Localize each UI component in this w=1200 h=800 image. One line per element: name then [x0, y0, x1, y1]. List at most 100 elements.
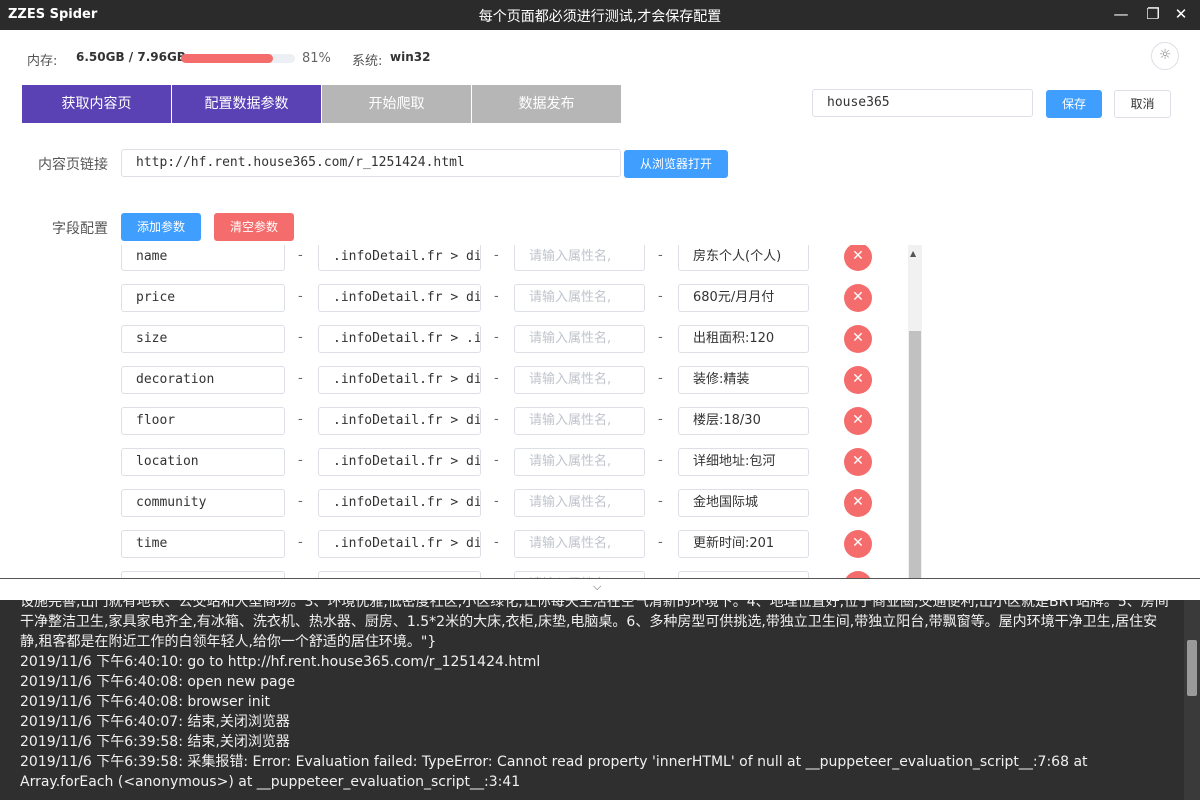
- close-icon: ✕: [852, 453, 864, 469]
- field-attribute-input[interactable]: 请输入属性名,: [514, 530, 645, 558]
- close-button[interactable]: ✕: [1170, 4, 1192, 26]
- separator: -: [298, 330, 303, 345]
- delete-field-button[interactable]: ✕: [844, 245, 872, 271]
- separator: -: [658, 248, 663, 263]
- separator: -: [658, 371, 663, 386]
- log-scrollbar-thumb[interactable]: [1187, 640, 1197, 696]
- log-scrollbar[interactable]: [1184, 600, 1200, 800]
- field-preview-value[interactable]: 详细地址:包河: [678, 448, 809, 476]
- field-name-input[interactable]: time: [121, 530, 285, 558]
- log-line: 2019/11/6 下午6:40:10: go to http://hf.ren…: [20, 654, 541, 670]
- field-preview-value[interactable]: 更新时间:201: [678, 530, 809, 558]
- separator: -: [494, 289, 499, 304]
- restore-button[interactable]: ❐: [1142, 4, 1164, 26]
- separator: -: [658, 535, 663, 550]
- memory-value: 6.50GB / 7.96GB: [76, 50, 186, 64]
- field-name-input[interactable]: location: [121, 448, 285, 476]
- close-icon: ✕: [852, 535, 864, 551]
- separator: -: [658, 289, 663, 304]
- field-name-input[interactable]: decoration: [121, 366, 285, 394]
- field-selector-input[interactable]: .infoDetail.fr > .in: [318, 325, 481, 353]
- delete-field-button[interactable]: ✕: [844, 284, 872, 312]
- chevron-down-icon[interactable]: ⌵: [593, 580, 601, 594]
- field-preview-value[interactable]: 680元/月月付: [678, 284, 809, 312]
- field-selector-input[interactable]: .infoDetail.fr > div: [318, 366, 481, 394]
- add-param-button[interactable]: 添加参数: [121, 213, 201, 241]
- settings-button[interactable]: ☼: [1151, 42, 1179, 70]
- separator: -: [494, 330, 499, 345]
- close-icon: ✕: [852, 371, 864, 387]
- field-name-input[interactable]: price: [121, 284, 285, 312]
- delete-field-button[interactable]: ✕: [844, 366, 872, 394]
- fields-list: name - .infoDetail.fr > div - 请输入属性名, - 房东个人(个…: [0, 245, 1200, 578]
- delete-field-button[interactable]: ✕: [844, 448, 872, 476]
- separator: -: [298, 453, 303, 468]
- separator: -: [494, 248, 499, 263]
- field-name-input[interactable]: size: [121, 325, 285, 353]
- separator: -: [658, 412, 663, 427]
- field-selector-input[interactable]: .infoDetail.fr > div: [318, 530, 481, 558]
- field-name-input[interactable]: [121, 571, 285, 578]
- close-icon: ✕: [852, 289, 864, 305]
- field-row: community - .infoDetail.fr > div - 请输入属性名, - 金…: [0, 489, 910, 530]
- field-preview-value[interactable]: 出租面积:120: [678, 325, 809, 353]
- step-get-content-page[interactable]: 获取内容页: [22, 85, 171, 123]
- delete-field-button[interactable]: ✕: [844, 571, 872, 578]
- field-attribute-input[interactable]: 请输入属性名,: [514, 489, 645, 517]
- step-publish-data[interactable]: 数据发布: [472, 85, 621, 123]
- separator: -: [494, 412, 499, 427]
- delete-field-button[interactable]: ✕: [844, 530, 872, 558]
- fields-scrollbar-thumb[interactable]: [909, 331, 921, 578]
- field-preview-value[interactable]: 装修:精装: [678, 366, 809, 394]
- save-button[interactable]: 保存: [1046, 90, 1102, 118]
- field-name-input[interactable]: floor: [121, 407, 285, 435]
- memory-label: 内存:: [27, 54, 58, 69]
- field-attribute-input[interactable]: 请输入属性名,: [514, 284, 645, 312]
- cancel-button[interactable]: 取消: [1114, 90, 1171, 118]
- field-preview-value[interactable]: [678, 571, 809, 578]
- field-selector-input[interactable]: .infoDetail.fr > div: [318, 489, 481, 517]
- step-start-crawl[interactable]: 开始爬取: [322, 85, 471, 123]
- content-url-input[interactable]: http://hf.rent.house365.com/r_1251424.ht…: [121, 149, 621, 177]
- field-row: price - .infoDetail.fr > div - 请输入属性名, -680元/…: [0, 284, 910, 325]
- field-selector-input[interactable]: .infoDetail.fr > div: [318, 448, 481, 476]
- separator: -: [298, 494, 303, 509]
- field-row: floor - .infoDetail.fr > div - 请输入属性名, - 楼层:18…: [0, 407, 910, 448]
- fields-config-label: 字段配置: [52, 221, 108, 237]
- field-name-input[interactable]: name: [121, 245, 285, 271]
- memory-progress-bar: [181, 54, 295, 63]
- field-attribute-input[interactable]: 请输入属性名,: [514, 407, 645, 435]
- field-selector-input[interactable]: .infoDetail.fr > div: [318, 407, 481, 435]
- field-name-input[interactable]: community: [121, 489, 285, 517]
- field-attribute-input[interactable]: 请输入属性名,: [514, 571, 645, 578]
- clear-params-button[interactable]: 清空参数: [214, 213, 294, 241]
- field-attribute-input[interactable]: 请输入属性名,: [514, 366, 645, 394]
- fields-scrollbar[interactable]: ▲: [908, 245, 922, 578]
- project-name-input[interactable]: house365: [812, 89, 1033, 117]
- field-attribute-input[interactable]: 请输入属性名,: [514, 325, 645, 353]
- field-attribute-input[interactable]: 请输入属性名,: [514, 448, 645, 476]
- system-value: win32: [390, 50, 431, 64]
- separator: -: [494, 453, 499, 468]
- close-icon: ✕: [852, 494, 864, 510]
- field-selector-input[interactable]: [318, 571, 481, 578]
- step-config-params[interactable]: 配置数据参数: [172, 85, 321, 123]
- field-selector-input[interactable]: .infoDetail.fr > div: [318, 284, 481, 312]
- field-preview-value[interactable]: 楼层:18/30: [678, 407, 809, 435]
- title-bar: ZZES Spider 每个页面都必须进行测试,才会保存配置 — ❐ ✕: [0, 0, 1200, 30]
- open-in-browser-button[interactable]: 从浏览器打开: [624, 150, 728, 178]
- minimize-button[interactable]: —: [1110, 4, 1132, 26]
- delete-field-button[interactable]: ✕: [844, 489, 872, 517]
- close-icon: ✕: [852, 412, 864, 428]
- field-attribute-input[interactable]: 请输入属性名,: [514, 245, 645, 271]
- field-preview-value[interactable]: 金地国际城: [678, 489, 809, 517]
- field-row: decoration - .infoDetail.fr > div - 请输入属性名, -…: [0, 366, 910, 407]
- delete-field-button[interactable]: ✕: [844, 325, 872, 353]
- close-icon: ✕: [852, 248, 864, 264]
- field-selector-input[interactable]: .infoDetail.fr > div: [318, 245, 481, 271]
- separator: -: [494, 494, 499, 509]
- field-preview-value[interactable]: 房东个人(个人): [678, 245, 809, 271]
- window-title: 每个页面都必须进行测试,才会保存配置: [478, 9, 722, 25]
- delete-field-button[interactable]: ✕: [844, 407, 872, 435]
- scroll-up-arrow-icon[interactable]: ▲: [910, 249, 916, 258]
